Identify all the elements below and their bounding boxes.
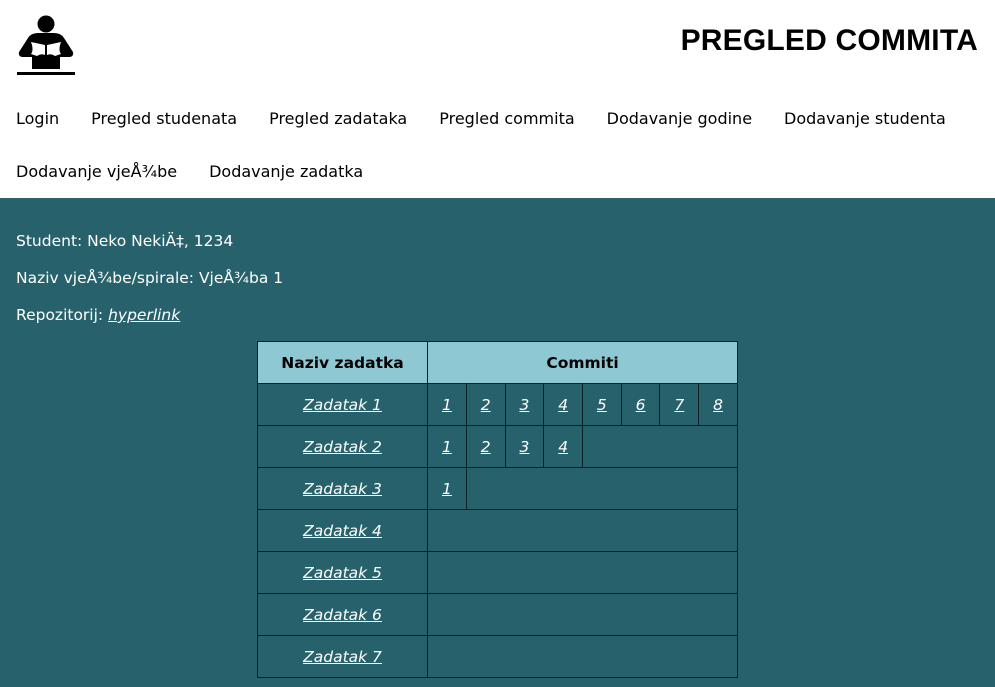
- nav-dodavanje-godine[interactable]: Dodavanje godine: [607, 100, 752, 153]
- page-title: PREGLED COMMITA: [680, 24, 978, 57]
- empty-cell: [427, 593, 738, 636]
- nav-dodavanje-vjezbe[interactable]: Dodavanje vjeÅ¾be: [16, 153, 177, 206]
- nav-dodavanje-studenta[interactable]: Dodavanje studenta: [784, 100, 946, 153]
- exercise-name: Naziv vjeÅ¾be/spirale: VjeÅ¾ba 1: [16, 269, 284, 287]
- commit-cell: 7: [659, 383, 700, 426]
- task-link[interactable]: Zadatak 3: [303, 480, 382, 498]
- commit-link[interactable]: 2: [481, 438, 491, 456]
- commit-link[interactable]: 5: [597, 396, 607, 414]
- info-section: Student: Neko NekiÄ‡, 1234 Naziv vjeÅ¾be…: [0, 226, 995, 337]
- nav-pregled-commita[interactable]: Pregled commita: [439, 100, 574, 153]
- commit-cell: 3: [504, 383, 545, 426]
- commit-cell: 4: [543, 383, 583, 426]
- nav-login[interactable]: Login: [16, 100, 59, 153]
- task-link[interactable]: Zadatak 2: [303, 438, 382, 456]
- commit-link[interactable]: 1: [442, 438, 452, 456]
- header-task-name: Naziv zadatka: [256, 341, 429, 384]
- repository-link[interactable]: hyperlink: [108, 306, 180, 324]
- table-row: Zadatak 1 1 2 3 4 5 6 7 8: [256, 383, 738, 426]
- commit-link[interactable]: 3: [519, 438, 529, 456]
- task-cell: Zadatak 2: [256, 425, 429, 468]
- task-link[interactable]: Zadatak 7: [303, 648, 382, 666]
- commits-table: Naziv zadatka Commiti Zadatak 112345678Z…: [256, 341, 739, 678]
- main-nav: Login Pregled studenata Pregled zadataka…: [16, 100, 986, 206]
- nav-dodavanje-zadatka[interactable]: Dodavanje zadatka: [209, 153, 363, 206]
- commit-link[interactable]: 1: [442, 480, 452, 498]
- table-header-row: Naziv zadatka Commiti: [256, 341, 738, 384]
- commit-cell: 6: [620, 383, 661, 426]
- commit-cell: 4: [543, 425, 583, 468]
- commit-cell: 8: [698, 383, 738, 426]
- empty-cell: [582, 425, 738, 468]
- nav-pregled-zadataka[interactable]: Pregled zadataka: [269, 100, 407, 153]
- commit-link[interactable]: 8: [713, 396, 723, 414]
- commit-link[interactable]: 4: [558, 438, 568, 456]
- empty-cell: [465, 467, 739, 510]
- nav-pregled-studenata[interactable]: Pregled studenata: [91, 100, 237, 153]
- header-commits: Commiti: [427, 341, 738, 384]
- commit-link[interactable]: 2: [481, 396, 491, 414]
- task-cell: Zadatak 5: [256, 551, 429, 594]
- task-cell: Zadatak 3: [256, 467, 429, 510]
- commit-cell: 2: [465, 425, 506, 468]
- task-cell: Zadatak 7: [256, 635, 429, 678]
- empty-cell: [427, 551, 738, 594]
- commit-link[interactable]: 4: [558, 396, 568, 414]
- empty-cell: [427, 635, 738, 678]
- page-header: PREGLED COMMITA Login Pregled studenata …: [0, 0, 995, 198]
- task-link[interactable]: Zadatak 5: [303, 564, 382, 582]
- commit-link[interactable]: 7: [674, 396, 684, 414]
- task-cell: Zadatak 6: [256, 593, 429, 636]
- empty-cell: [427, 509, 738, 552]
- table-row: Zadatak 7: [256, 635, 738, 678]
- table-row: Zadatak 2 1 2 3 4: [256, 425, 738, 468]
- task-link[interactable]: Zadatak 6: [303, 606, 382, 624]
- repository-label: Repozitorij:: [16, 306, 109, 324]
- task-link[interactable]: Zadatak 4: [303, 522, 382, 540]
- table-row: Zadatak 6: [256, 593, 738, 636]
- commit-cell: 2: [465, 383, 506, 426]
- commit-cell: 1: [427, 425, 467, 468]
- repository-info: Repozitorij: hyperlink: [16, 300, 995, 337]
- commit-cell: 5: [582, 383, 622, 426]
- commit-cell: 3: [504, 425, 545, 468]
- commit-link[interactable]: 3: [519, 396, 529, 414]
- person-reading-icon: [17, 15, 75, 75]
- task-cell: Zadatak 4: [256, 509, 429, 552]
- task-cell: Zadatak 1: [256, 383, 429, 426]
- commit-link[interactable]: 6: [636, 396, 646, 414]
- commit-cell: 1: [427, 467, 467, 510]
- student-info: Student: Neko NekiÄ‡, 1234: [16, 232, 234, 250]
- commit-link[interactable]: 1: [442, 396, 452, 414]
- commit-cell: 1: [427, 383, 467, 426]
- table-row: Zadatak 3 1: [256, 467, 739, 510]
- table-row: Zadatak 5: [256, 551, 738, 594]
- task-link[interactable]: Zadatak 1: [303, 396, 382, 414]
- table-row: Zadatak 4: [256, 509, 738, 552]
